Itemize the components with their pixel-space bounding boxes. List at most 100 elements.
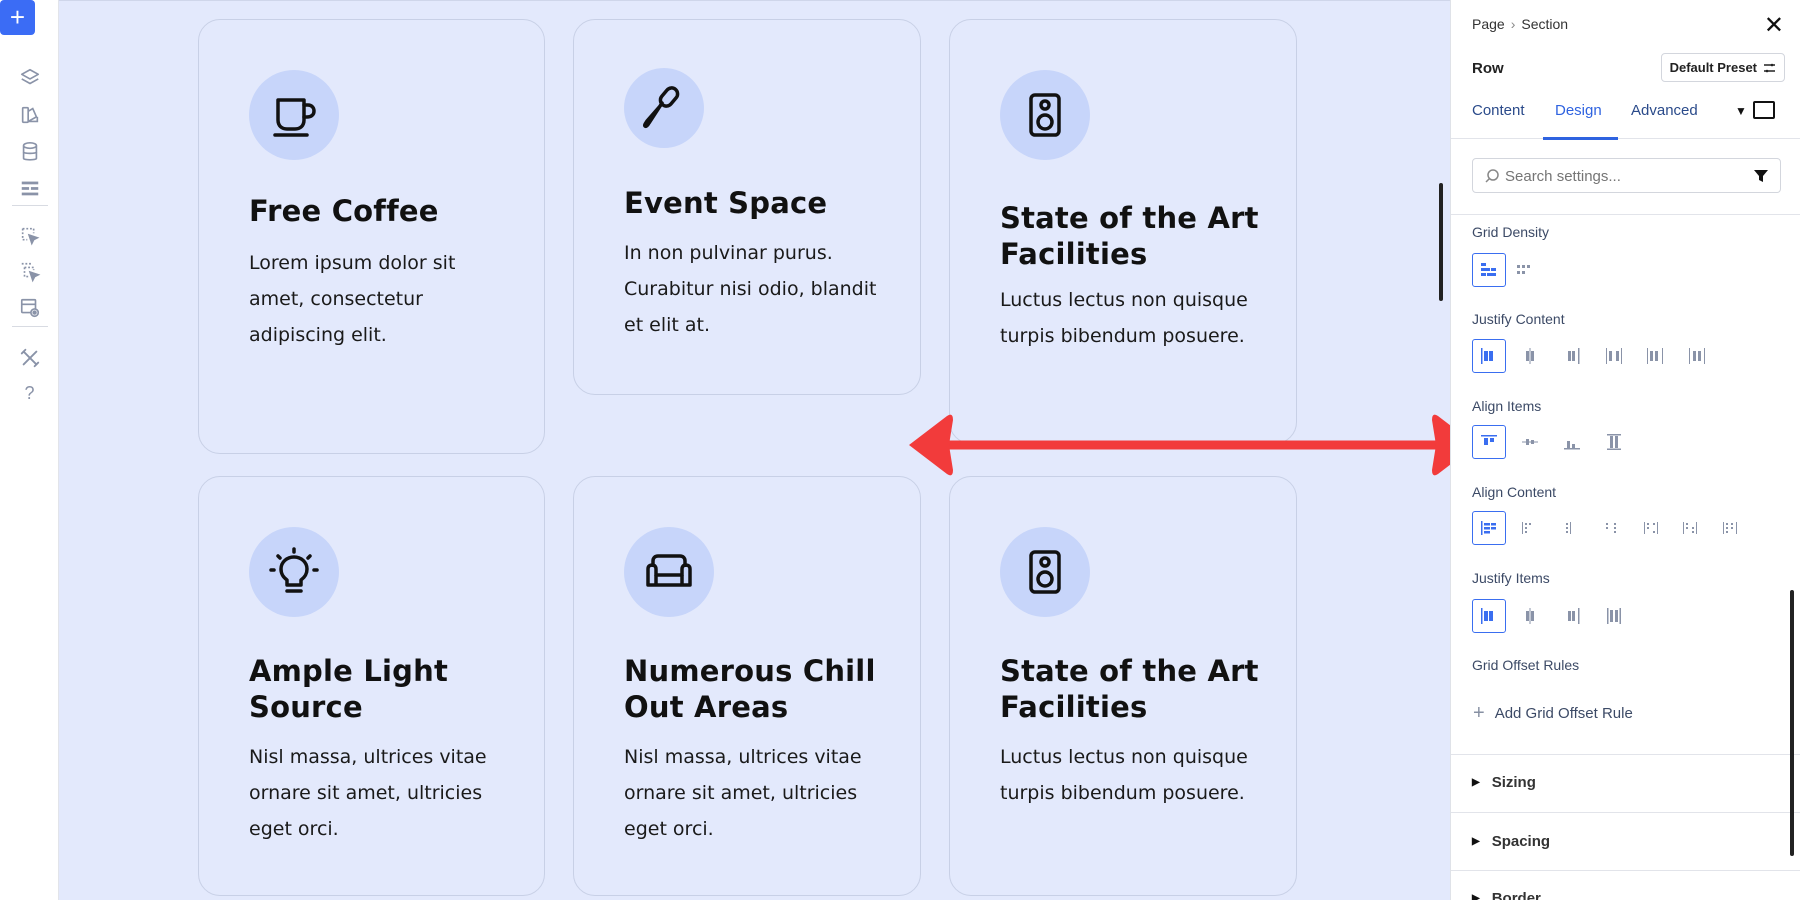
section-label: Spacing <box>1491 833 1551 850</box>
card-text: Luctus lectus non quisque turpis bibendu… <box>1000 746 1248 804</box>
align-content-end-option[interactable] <box>1552 511 1586 545</box>
add-grid-offset-rule-button[interactable]: + Add Grid Offset Rule <box>1473 702 1633 725</box>
add-button[interactable]: + <box>0 0 35 35</box>
canvas-scrollbar[interactable] <box>1439 183 1443 301</box>
breadcrumb-page[interactable]: Page <box>1472 16 1505 32</box>
align-items-stretch-option[interactable] <box>1597 425 1631 459</box>
search-input[interactable] <box>1505 165 1735 187</box>
light-bulb-icon <box>249 527 339 617</box>
select-element-icon[interactable] <box>12 218 47 253</box>
preset-button[interactable]: Default Preset <box>1660 53 1785 82</box>
card-title: Event Space <box>624 186 828 220</box>
grid-density-dense-option[interactable] <box>1472 253 1506 287</box>
tools-icon[interactable] <box>12 340 47 375</box>
breadcrumb-section[interactable]: Section <box>1521 16 1568 32</box>
multi-select-icon[interactable] <box>12 254 47 289</box>
tab-design[interactable]: Design <box>1555 102 1602 119</box>
grid-offset-rules-label: Grid Offset Rules <box>1472 657 1580 673</box>
coffee-cup-icon <box>249 70 339 160</box>
preset-label: Default Preset <box>1669 60 1757 75</box>
align-items-center-option[interactable] <box>1513 425 1547 459</box>
feature-card[interactable]: State of the Art Facilities Luctus lectu… <box>949 476 1297 896</box>
preview-icon[interactable] <box>12 290 47 325</box>
sofa-icon <box>624 527 714 617</box>
breadcrumb: Page › Section <box>1472 16 1568 32</box>
module-title: Row <box>1472 60 1504 77</box>
section-toggle-spacing[interactable]: ▶ Spacing <box>1472 833 1550 850</box>
justify-items-end-option[interactable] <box>1555 599 1589 633</box>
expand-arrow-icon: ▶ <box>1472 777 1480 788</box>
feature-card[interactable]: State of the Art Facilities Luctus lectu… <box>949 19 1297 444</box>
align-content-space-between-option[interactable] <box>1594 511 1628 545</box>
justify-items-start-option[interactable] <box>1472 599 1506 633</box>
toolbar-divider <box>12 326 48 327</box>
feature-card[interactable]: Event Space In non pulvinar purus. Curab… <box>573 19 921 395</box>
page-structure-icon[interactable] <box>12 170 47 205</box>
justify-content-end-option[interactable] <box>1555 339 1589 373</box>
justify-items-stretch-option[interactable] <box>1597 599 1631 633</box>
color-styles-icon[interactable] <box>12 97 47 132</box>
justify-items-center-option[interactable] <box>1513 599 1547 633</box>
align-content-start-option[interactable] <box>1472 511 1506 545</box>
align-items-start-option[interactable] <box>1472 425 1506 459</box>
align-items-label: Align Items <box>1472 398 1542 414</box>
plus-icon: + <box>1473 702 1485 724</box>
breadcrumb-separator: › <box>1510 16 1516 32</box>
card-text: Lorem ipsum dolor sit amet, consectetur … <box>249 252 456 346</box>
toolbar-divider <box>12 205 48 206</box>
expand-arrow-icon: ▶ <box>1472 836 1480 847</box>
filter-icon[interactable] <box>1753 168 1769 184</box>
left-toolbar: + ? <box>0 0 59 900</box>
justify-content-space-around-option[interactable] <box>1638 339 1672 373</box>
card-text: Nisl massa, ultrices vitae ornare sit am… <box>249 746 487 840</box>
desktop-view-icon[interactable] <box>1753 101 1775 119</box>
justify-content-space-between-option[interactable] <box>1597 339 1631 373</box>
help-icon[interactable]: ? <box>12 376 47 411</box>
card-title: Numerous Chill Out Areas <box>624 654 876 724</box>
justify-content-center-option[interactable] <box>1513 339 1547 373</box>
tab-content[interactable]: Content <box>1472 102 1525 119</box>
add-grid-offset-rule-label: Add Grid Offset Rule <box>1494 705 1633 722</box>
search-field[interactable] <box>1472 158 1781 193</box>
align-content-space-evenly-option[interactable] <box>1673 511 1707 545</box>
align-content-center-option[interactable] <box>1510 511 1544 545</box>
panel-tabs: Content Design Advanced ▼ <box>1451 96 1800 140</box>
microphone-icon <box>624 68 704 148</box>
card-text: In non pulvinar purus. Curabitur nisi od… <box>624 242 877 336</box>
card-title: Free Coffee <box>249 194 439 228</box>
search-icon <box>1485 169 1499 183</box>
section-toggle-sizing[interactable]: ▶ Sizing <box>1472 774 1536 791</box>
feature-card[interactable]: Free Coffee Lorem ipsum dolor sit amet, … <box>198 19 545 454</box>
active-tab-indicator <box>1543 137 1618 140</box>
card-text: Luctus lectus non quisque turpis bibendu… <box>1000 289 1248 347</box>
justify-content-label: Justify Content <box>1472 311 1565 327</box>
feature-card[interactable]: Numerous Chill Out Areas Nisl massa, ult… <box>573 476 921 896</box>
align-items-end-option[interactable] <box>1555 425 1589 459</box>
panel-divider <box>1451 870 1800 871</box>
tab-advanced[interactable]: Advanced <box>1631 102 1698 119</box>
align-content-stretch-option[interactable] <box>1713 511 1747 545</box>
justify-content-start-option[interactable] <box>1472 339 1506 373</box>
expand-arrow-icon: ▶ <box>1472 893 1480 900</box>
double-arrow-annotation <box>909 414 1476 476</box>
card-title: State of the Art Facilities <box>1000 201 1259 271</box>
justify-items-label: Justify Items <box>1472 570 1550 586</box>
database-icon[interactable] <box>12 134 47 169</box>
section-label: Sizing <box>1491 774 1536 791</box>
section-toggle-border[interactable]: ▶ Border <box>1472 890 1541 900</box>
align-content-label: Align Content <box>1472 484 1557 500</box>
panel-divider <box>1451 754 1800 755</box>
panel-scrollbar[interactable] <box>1790 590 1794 856</box>
grid-density-sparse-option[interactable] <box>1508 253 1542 287</box>
speaker-icon <box>1000 70 1090 160</box>
align-content-space-around-option[interactable] <box>1634 511 1668 545</box>
feature-card[interactable]: Ample Light Source Nisl massa, ultrices … <box>198 476 545 896</box>
card-title: State of the Art Facilities <box>1000 654 1259 724</box>
settings-panel: Page › Section ✕ Row Default Preset Conten… <box>1450 0 1800 900</box>
grid-density-label: Grid Density <box>1472 224 1550 240</box>
layers-icon[interactable] <box>12 60 47 95</box>
justify-content-space-evenly-option[interactable] <box>1680 339 1714 373</box>
responsive-dropdown-icon[interactable]: ▼ <box>1735 104 1747 118</box>
close-icon[interactable]: ✕ <box>1764 14 1784 38</box>
preset-settings-icon <box>1764 63 1775 72</box>
